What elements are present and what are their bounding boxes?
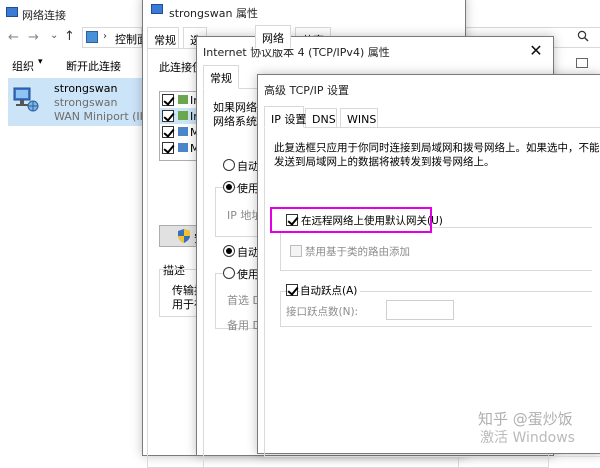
manual-dns-radio[interactable] — [223, 267, 235, 279]
back-arrow-icon[interactable]: ← — [8, 30, 19, 45]
auto-metric-checkbox[interactable] — [286, 284, 298, 296]
ipv4-tab-general[interactable]: 常规 — [203, 65, 239, 89]
watermark-line: 知乎 @蛋炒饭 — [478, 410, 573, 428]
up-arrow-icon[interactable]: ↑ — [64, 29, 75, 44]
props-tab-networking[interactable]: 网络 — [255, 25, 291, 49]
gateway-description-line: 此复选框只应用于你同时连接到局域网和拨号网络上。如果选中，不能 — [274, 142, 600, 154]
interface-metric-label: 接口跃点数(N): — [286, 306, 359, 318]
auto-dns-radio[interactable] — [223, 245, 235, 257]
ipv4-titlebar: Internet 协议版本 4 (TCP/IPv4) 属性 ✕ — [197, 37, 553, 63]
auto-metric-label[interactable]: 自动跃点(A) — [300, 283, 361, 298]
use-default-gateway-checkbox[interactable] — [286, 214, 298, 226]
vpn-connection-icon — [12, 84, 40, 114]
forward-arrow-icon[interactable]: → — [28, 30, 39, 45]
network-component-icon — [178, 111, 188, 120]
disable-class-route-label: 禁用基于类的路由添加 — [305, 246, 410, 258]
explorer-title: 网络连接 — [22, 9, 66, 22]
props-title: strongswan 属性 — [169, 7, 258, 20]
component-checkbox[interactable] — [162, 142, 174, 154]
disconnect-button[interactable]: 断开此连接 — [66, 58, 121, 74]
search-icon — [577, 30, 589, 42]
manual-ip-radio[interactable] — [223, 181, 235, 193]
component-checkbox[interactable] — [162, 110, 174, 122]
recent-chevron-icon[interactable]: ⌄ — [50, 30, 58, 41]
network-component-icon — [178, 127, 188, 136]
connection-status: strongswan — [54, 96, 118, 109]
use-default-gateway-label[interactable]: 在远程网络上使用默认网关(U) — [301, 213, 443, 228]
connection-item[interactable]: strongswan strongswan WAN Miniport (IKE — [8, 78, 154, 126]
connection-name: strongswan — [54, 82, 118, 95]
organize-chevron-icon: ▾ — [38, 57, 43, 67]
view-options-icon[interactable] — [576, 58, 588, 68]
props-tab-general[interactable]: 常规 — [147, 27, 179, 49]
connection-device: WAN Miniport (IKE — [54, 110, 154, 123]
props-window-icon — [151, 4, 163, 14]
advanced-title: 高级 TCP/IP 设置 — [264, 84, 349, 97]
network-component-icon — [178, 143, 188, 152]
shield-icon — [178, 229, 190, 243]
tab-wins[interactable]: WINS — [340, 108, 378, 128]
props-titlebar: strongswan 属性 — [143, 0, 465, 23]
interface-metric-input[interactable] — [386, 300, 454, 320]
gateway-description-line: 发送到局域网上的数据将被转发到拨号网络上。 — [274, 156, 495, 168]
ipv4-title: Internet 协议版本 4 (TCP/IPv4) 属性 — [203, 46, 390, 59]
component-checkbox[interactable] — [162, 94, 174, 106]
tab-dns[interactable]: DNS — [305, 108, 337, 128]
address-input[interactable]: › 控制面 — [82, 27, 148, 48]
advanced-titlebar: 高级 TCP/IP 设置 — [258, 75, 600, 101]
component-checkbox[interactable] — [162, 126, 174, 138]
breadcrumb-chevron-icon: › — [103, 31, 107, 42]
organize-button[interactable]: 组织 — [12, 58, 34, 74]
tab-ip-settings[interactable]: IP 设置 — [264, 106, 306, 128]
control-panel-icon — [86, 31, 98, 43]
advanced-tcpip-dialog: 高级 TCP/IP 设置 IP 设置 DNS WINS 此复选框只应用于你同时连… — [257, 74, 600, 457]
network-folder-icon — [6, 7, 18, 17]
watermark-line: 激活 Windows — [480, 430, 575, 446]
auto-ip-radio[interactable] — [223, 159, 235, 171]
disable-class-route-checkbox[interactable] — [290, 245, 302, 257]
network-component-icon — [178, 95, 188, 104]
ipv4-close-icon[interactable]: ✕ — [519, 37, 553, 63]
